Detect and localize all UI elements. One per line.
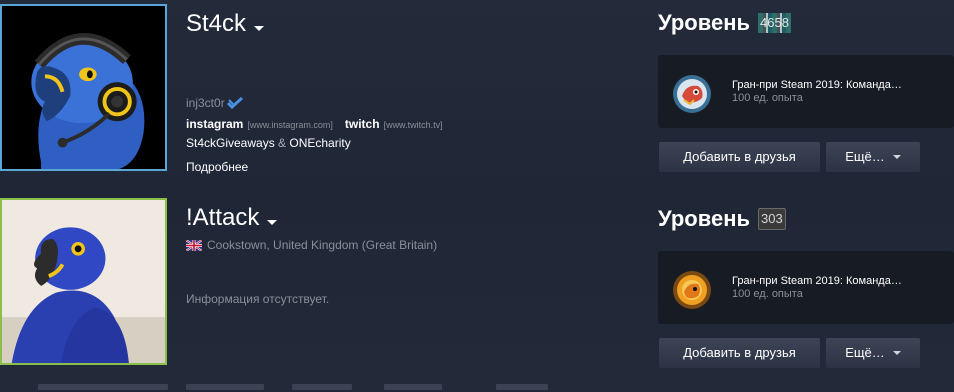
level-badge: 4658 [758, 13, 791, 33]
link-twitch-url: [www.twitch.tv] [383, 120, 443, 130]
featured-badge[interactable]: Гран-при Steam 2019: Команда… 100 ед. оп… [658, 55, 954, 128]
parrot-headset-avatar-icon [2, 6, 165, 169]
next-text-edge [384, 384, 442, 390]
chevron-down-icon[interactable] [254, 25, 265, 31]
next-text-edge [292, 384, 352, 390]
badge-xp: 100 ед. опыта [732, 92, 803, 104]
profile-name[interactable]: St4ck [186, 10, 246, 38]
more-actions-label: Ещё… [845, 345, 885, 360]
group-separator: & [274, 136, 290, 150]
profile-card: !Attack Cookstown, United Kingdom (Great… [0, 194, 954, 384]
next-text-edge [496, 384, 548, 390]
badge-name: Гран-при Steam 2019: Команда… [732, 275, 902, 287]
group-link[interactable]: St4ckGiveaways [186, 136, 275, 150]
more-actions-button[interactable]: Ещё… [826, 142, 920, 172]
level-label: Уровень [658, 206, 751, 231]
profile-groups: St4ckGiveaways & ONEcharity [186, 136, 351, 150]
avatar[interactable] [0, 4, 167, 171]
avatar[interactable] [0, 198, 167, 365]
link-twitch[interactable]: twitch [345, 117, 380, 131]
uk-flag-icon [186, 239, 202, 251]
link-instagram-url: [www.instagram.com] [247, 120, 333, 130]
chevron-down-icon [892, 155, 901, 159]
profile-name-dropdown[interactable]: !Attack [186, 204, 278, 232]
real-name-text: inj3ct0r [186, 96, 225, 110]
level-indicator: Уровень 303 [658, 206, 786, 232]
level-label: Уровень [658, 10, 751, 35]
chevron-down-icon [892, 351, 901, 355]
grand-prix-red-badge-icon [672, 74, 712, 114]
link-instagram[interactable]: instagram [186, 117, 243, 131]
profile-links: instagram [www.instagram.com] twitch [ww… [186, 117, 443, 131]
profile-name-dropdown[interactable]: St4ck [186, 10, 265, 38]
next-avatar-edge [38, 384, 168, 390]
profile-name[interactable]: !Attack [186, 204, 259, 232]
badge-xp: 100 ед. опыта [732, 288, 803, 300]
level-indicator: Уровень 4658 [658, 10, 791, 36]
next-name-edge [186, 384, 264, 390]
verified-check-icon [226, 96, 243, 109]
featured-badge[interactable]: Гран-при Steam 2019: Команда… 100 ед. оп… [658, 251, 954, 324]
parrot-photo-avatar-icon [2, 200, 165, 363]
chevron-down-icon[interactable] [267, 219, 278, 225]
more-actions-button[interactable]: Ещё… [826, 338, 920, 368]
add-friend-button[interactable]: Добавить в друзья [659, 142, 820, 172]
profile-location: Cookstown, United Kingdom (Great Britain… [186, 238, 437, 252]
more-info-link[interactable]: Подробнее [186, 160, 248, 174]
level-badge: 303 [758, 208, 786, 230]
search-results-page: St4ck inj3ct0r instagram [www.instagram.… [0, 0, 954, 392]
no-info-text: Информация отсутствует. [186, 292, 330, 306]
more-actions-label: Ещё… [845, 149, 885, 164]
badge-name: Гран-при Steam 2019: Команда… [732, 79, 902, 91]
add-friend-button[interactable]: Добавить в друзья [659, 338, 820, 368]
real-name: inj3ct0r [186, 96, 243, 110]
profile-card: St4ck inj3ct0r instagram [www.instagram.… [0, 0, 954, 190]
grand-prix-orange-badge-icon [672, 270, 712, 310]
group-link[interactable]: ONEcharity [289, 136, 350, 150]
location-text: Cookstown, United Kingdom (Great Britain… [207, 238, 438, 252]
next-card-cutoff [0, 384, 954, 392]
